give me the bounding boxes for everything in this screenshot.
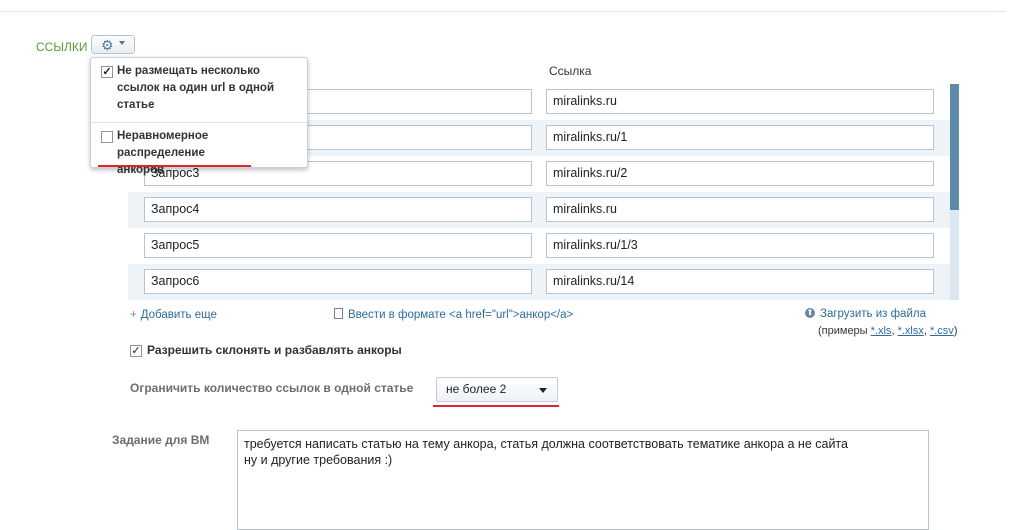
option-label: Неравномерное распределение анкоров <box>117 130 209 176</box>
limit-links-label: Ограничить количество ссылок в одной ста… <box>130 381 414 395</box>
task-textarea[interactable]: требуется написать статью на тему анкора… <box>237 430 929 530</box>
examples-suffix: ) <box>953 325 958 337</box>
example-xls[interactable]: *.xls <box>871 325 892 337</box>
allow-anchors-label: Разрешить склонять и разбавлять анкоры <box>147 343 402 357</box>
link-column-header: Ссылка <box>549 64 592 78</box>
menu-divider <box>91 122 307 123</box>
caret-down-icon <box>539 388 547 393</box>
add-more-label: Добавить еще <box>140 309 217 321</box>
allow-anchors-checkbox[interactable]: ✓ <box>130 345 142 357</box>
query-input[interactable]: Запрос6 <box>144 269 532 294</box>
file-examples: (примеры *.xls, *.xlsx, *.csv) <box>818 325 958 337</box>
limit-links-value: не более 2 <box>446 382 507 396</box>
query-input[interactable]: Запрос4 <box>144 197 532 222</box>
highlight-underline <box>98 165 251 167</box>
highlight-underline <box>433 405 559 407</box>
upload-file-link[interactable]: Загрузить из файла <box>820 308 926 320</box>
example-csv[interactable]: *.csv <box>930 325 954 337</box>
document-icon <box>334 308 343 319</box>
gear-icon: ⚙ <box>101 37 114 53</box>
option-label: Не размещать несколько ссылок на один ur… <box>117 65 275 111</box>
upload-icon: ⬆ <box>805 308 815 318</box>
task-label: Задание для ВМ <box>112 433 210 447</box>
plus-icon: + <box>130 309 137 321</box>
query-input[interactable]: Запрос5 <box>144 233 532 258</box>
chevron-down-icon <box>119 41 125 45</box>
section-title: ССЫЛКИ <box>36 40 88 54</box>
link-input[interactable]: miralinks.ru/1 <box>546 125 934 150</box>
link-input[interactable]: miralinks.ru <box>546 89 934 114</box>
single-url-checkbox[interactable]: ✓ <box>101 66 113 78</box>
limit-links-select[interactable]: не более 2 <box>436 377 558 402</box>
link-input[interactable]: miralinks.ru/14 <box>546 269 934 294</box>
examples-prefix: (примеры <box>818 325 868 337</box>
link-input[interactable]: miralinks.ru/2 <box>546 161 934 186</box>
table-row: Запрос5 miralinks.ru/1/3 <box>128 228 950 264</box>
link-input[interactable]: miralinks.ru/1/3 <box>546 233 934 258</box>
link-input[interactable]: miralinks.ru <box>546 197 934 222</box>
table-row: Запрос6 miralinks.ru/14 <box>128 264 950 300</box>
uneven-anchors-checkbox[interactable] <box>101 131 113 143</box>
add-more-link[interactable]: + Добавить еще <box>130 309 217 321</box>
task-text: требуется написать статью на тему анкора… <box>244 437 848 467</box>
example-xlsx[interactable]: *.xlsx <box>898 325 924 337</box>
table-scrollbar-thumb[interactable] <box>950 84 959 210</box>
settings-dropdown: ✓ Не размещать несколько ссылок на один … <box>90 57 308 176</box>
table-row: Запрос4 miralinks.ru <box>128 192 950 228</box>
format-input-link[interactable]: Ввести в формате <a href="url">анкор</a> <box>348 309 573 321</box>
settings-menu-button[interactable]: ⚙ <box>91 35 135 54</box>
top-divider <box>0 11 1006 12</box>
